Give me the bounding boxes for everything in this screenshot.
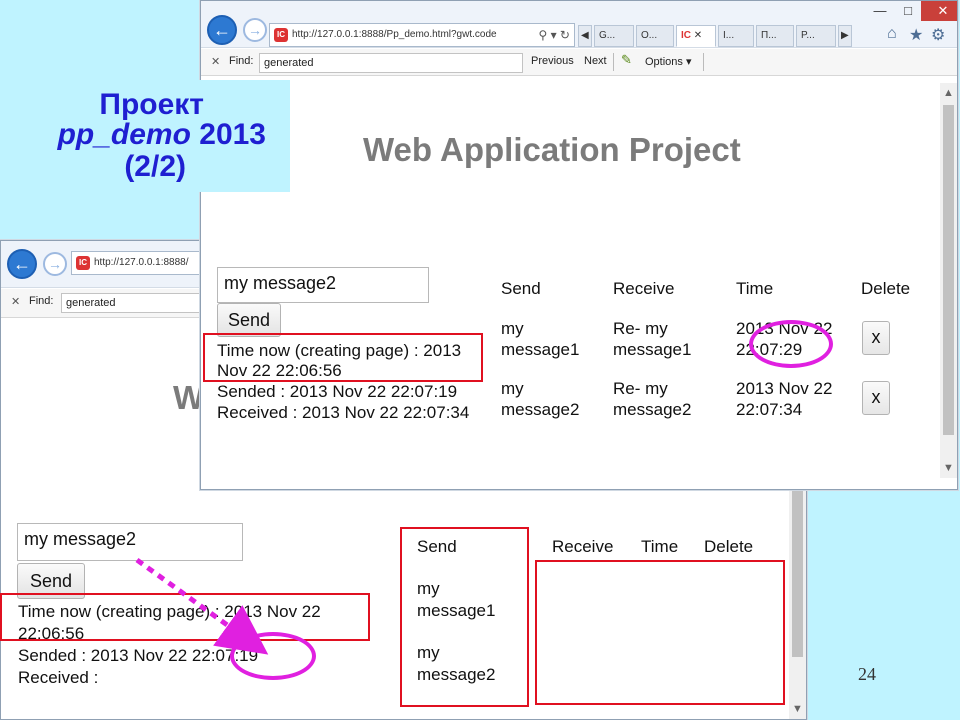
front-page-title: Web Application Project xyxy=(363,131,741,168)
front-row1-receive-2: message1 xyxy=(613,340,692,359)
maximize-icon[interactable]: □ xyxy=(893,1,923,21)
find-close-icon[interactable]: ✕ xyxy=(11,295,20,308)
front-row2-delete-button[interactable]: x xyxy=(862,381,890,415)
back-message-input[interactable]: my message2 xyxy=(17,523,243,561)
front-row2-send-1: my xyxy=(501,379,524,398)
forward-arrow-icon[interactable]: → xyxy=(43,252,67,276)
slide-title-line-3: (2/2) xyxy=(124,150,186,183)
back-header-delete: Delete xyxy=(704,537,754,556)
tab-scroll-left-icon[interactable]: ◀ xyxy=(578,25,592,47)
front-find-input[interactable]: generated xyxy=(259,53,523,73)
tab-close-icon[interactable]: ✕ xyxy=(694,30,702,41)
front-time-oval xyxy=(749,320,833,368)
close-window-icon[interactable]: ✕ xyxy=(921,1,957,21)
find-options-button[interactable]: Options ▾ xyxy=(645,55,692,68)
front-status-sended: Sended : 2013 Nov 22 22:07:19 xyxy=(217,382,458,401)
back-header-time: Time xyxy=(641,537,679,556)
slide-title-line-1: Проект xyxy=(99,88,204,121)
scroll-down-icon[interactable]: ▼ xyxy=(943,462,954,474)
front-send-button[interactable]: Send xyxy=(217,303,281,337)
front-header-send: Send xyxy=(501,279,541,298)
front-header-time: Time xyxy=(736,279,774,298)
front-header-receive: Receive xyxy=(613,279,675,298)
slide-title-line-2: pp_demo 2013 xyxy=(58,118,266,152)
back-empty-columns-highlight xyxy=(535,560,785,705)
back-find-input[interactable]: generated xyxy=(61,293,201,313)
slide-page-number: 24 xyxy=(858,664,876,684)
minimize-icon[interactable]: — xyxy=(865,1,895,21)
find-label: Find: xyxy=(229,55,254,67)
back-creation-time-highlight xyxy=(0,593,370,641)
back-address-bar[interactable]: IC http://127.0.0.1:8888/ xyxy=(71,251,211,275)
slide-title: Проект pp_demo 2013 (2/2) xyxy=(0,80,290,192)
settings-gear-icon[interactable]: ⚙ xyxy=(931,25,945,45)
find-close-icon[interactable]: ✕ xyxy=(211,55,220,68)
scroll-down-icon[interactable]: ▼ xyxy=(792,703,803,715)
front-row2-time-2: 22:07:34 xyxy=(736,400,803,419)
front-scroll-thumb[interactable] xyxy=(943,105,954,435)
front-find-bar: ✕ Find: generated Previous Next ✎ Option… xyxy=(201,49,957,76)
scroll-up-icon[interactable]: ▲ xyxy=(943,87,954,99)
front-url-text: http://127.0.0.1:8888/Pp_demo.html?gwt.c… xyxy=(292,29,497,40)
back-header-receive: Receive xyxy=(552,537,614,556)
tab-1[interactable]: G... xyxy=(594,25,634,47)
find-next-button[interactable]: Next xyxy=(584,55,607,67)
find-options-label: Options xyxy=(645,56,683,68)
front-scrollbar[interactable]: ▲ ▼ xyxy=(940,83,957,478)
back-send-column-highlight xyxy=(400,527,529,707)
find-previous-button[interactable]: Previous xyxy=(531,55,574,67)
tab-scroll-right-icon[interactable]: ▶ xyxy=(838,25,852,47)
site-favicon-icon: IC xyxy=(76,256,90,270)
front-row2-receive-1: Re- my xyxy=(613,379,668,398)
tab-3[interactable]: I... xyxy=(718,25,754,47)
front-header-delete: Delete xyxy=(861,279,911,298)
find-separator xyxy=(703,53,704,71)
front-row2-send-2: message2 xyxy=(501,400,580,419)
favorites-star-icon[interactable]: ★ xyxy=(909,25,923,45)
tab-4[interactable]: П... xyxy=(756,25,794,47)
front-row1-send-2: message1 xyxy=(501,340,580,359)
find-label: Find: xyxy=(29,295,54,307)
back-arrow-icon[interactable]: ← xyxy=(207,15,237,45)
find-separator xyxy=(613,53,614,71)
back-status-received: Received : xyxy=(18,668,99,687)
active-tab-favicon-icon: IC xyxy=(681,30,691,41)
back-time-oval xyxy=(230,632,316,680)
front-row2-receive-2: message2 xyxy=(613,400,692,419)
site-favicon-icon: IC xyxy=(274,28,288,42)
front-row1-delete-button[interactable]: x xyxy=(862,321,890,355)
front-row1-receive-1: Re- my xyxy=(613,319,668,338)
front-nav-bar: ← → IC http://127.0.0.1:8888/Pp_demo.htm… xyxy=(201,1,957,48)
tab-5[interactable]: P... xyxy=(796,25,836,47)
front-row1-send-1: my xyxy=(501,319,524,338)
front-address-bar[interactable]: IC http://127.0.0.1:8888/Pp_demo.html?gw… xyxy=(269,23,575,47)
home-icon[interactable]: ⌂ xyxy=(887,25,897,43)
back-arrow-icon[interactable]: ← xyxy=(7,249,37,279)
front-status-received: Received : 2013 Nov 22 22:07:34 xyxy=(217,403,470,422)
front-browser-window: ← → IC http://127.0.0.1:8888/Pp_demo.htm… xyxy=(200,0,958,490)
highlight-pencil-icon[interactable]: ✎ xyxy=(621,52,632,68)
front-creation-time-highlight xyxy=(203,333,483,382)
forward-arrow-icon[interactable]: → xyxy=(243,18,267,42)
tab-2[interactable]: O... xyxy=(636,25,674,47)
back-status-sended: Sended : 2013 Nov 22 22:07:19 xyxy=(18,646,259,665)
back-url-text: http://127.0.0.1:8888/ xyxy=(94,257,189,268)
tab-active[interactable]: IC ✕ xyxy=(676,25,716,47)
front-row2-time-1: 2013 Nov 22 xyxy=(736,379,833,398)
address-bar-icons[interactable]: ⚲ ▾ ↻ xyxy=(538,24,570,46)
project-name: pp_demo xyxy=(57,118,191,151)
front-message-input[interactable]: my message2 xyxy=(217,267,429,303)
project-year: 2013 xyxy=(190,118,266,151)
